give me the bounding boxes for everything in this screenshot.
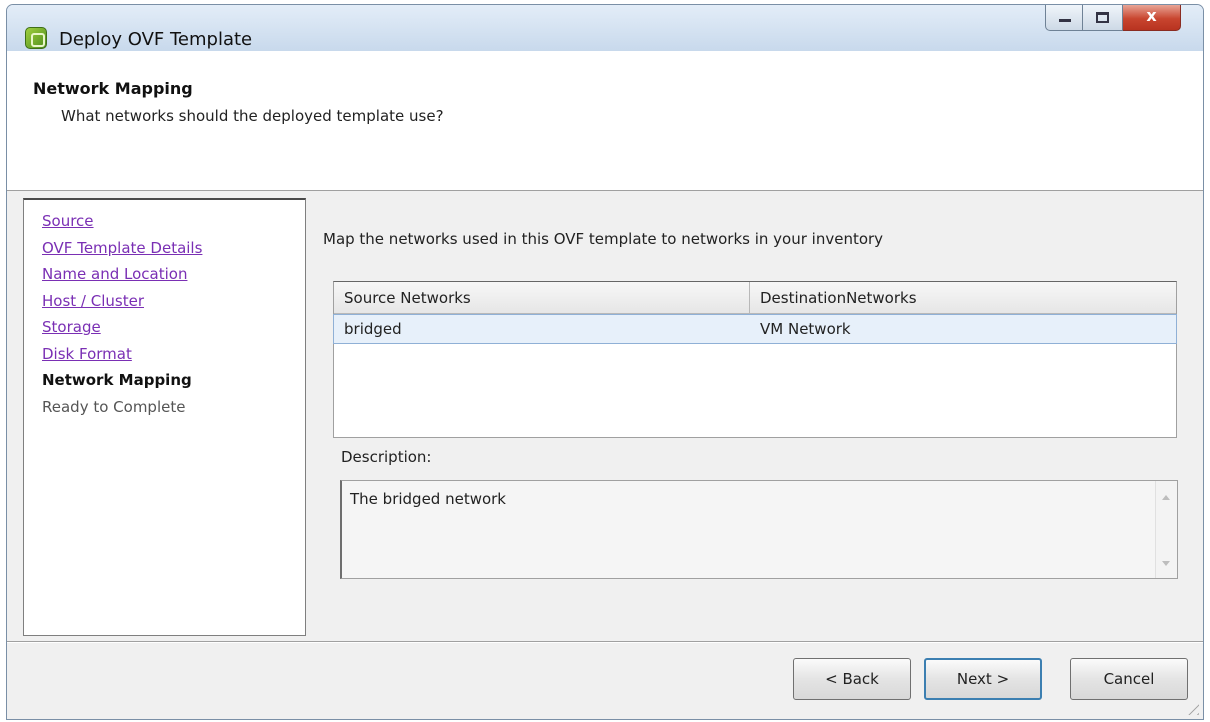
resize-grip-icon[interactable]: [1183, 699, 1199, 715]
deploy-ovf-window: Deploy OVF Template x Network Mapping Wh…: [6, 4, 1204, 720]
nav-item-storage[interactable]: Storage: [42, 314, 305, 341]
scroll-up-icon[interactable]: [1162, 495, 1170, 500]
nav-item-ovf-template-details[interactable]: OVF Template Details: [42, 235, 305, 262]
nav-item-label: Ready to Complete: [42, 397, 186, 416]
description-label: Description:: [341, 448, 432, 466]
close-icon: x: [1146, 6, 1157, 25]
nav-item-label: Network Mapping: [42, 371, 192, 389]
nav-item-host-cluster[interactable]: Host / Cluster: [42, 288, 305, 315]
nav-item-source[interactable]: Source: [42, 208, 305, 235]
next-button[interactable]: Next >: [924, 658, 1042, 700]
window-controls: x: [1045, 5, 1181, 33]
wizard-header: Network Mapping What networks should the…: [7, 51, 1203, 191]
vsphere-app-icon: [25, 27, 47, 49]
maximize-icon: [1096, 12, 1109, 23]
nav-item-label[interactable]: Source: [42, 212, 94, 230]
column-header-source-networks[interactable]: Source Networks: [334, 282, 750, 313]
footer-separator: [7, 641, 1203, 643]
minimize-button[interactable]: [1045, 5, 1083, 31]
back-button[interactable]: < Back: [793, 658, 911, 700]
description-scrollbar[interactable]: [1155, 481, 1177, 578]
instruction-text: Map the networks used in this OVF templa…: [323, 230, 884, 248]
description-box[interactable]: The bridged network: [340, 480, 1178, 579]
source-network-cell[interactable]: bridged: [334, 315, 750, 343]
nav-item-name-and-location[interactable]: Name and Location: [42, 261, 305, 288]
scroll-down-icon[interactable]: [1162, 561, 1170, 566]
close-button[interactable]: x: [1123, 5, 1181, 31]
nav-item-label[interactable]: Name and Location: [42, 265, 187, 283]
column-header-destination-networks[interactable]: DestinationNetworks: [750, 282, 1176, 313]
nav-item-label[interactable]: Disk Format: [42, 345, 132, 363]
nav-item-ready-to-complete: Ready to Complete: [42, 394, 305, 421]
window-title: Deploy OVF Template: [59, 29, 253, 50]
nav-item-label[interactable]: OVF Template Details: [42, 239, 202, 257]
title-bar[interactable]: Deploy OVF Template x: [7, 5, 1203, 51]
minimize-icon: [1059, 19, 1071, 22]
network-mapping-table: Source Networks DestinationNetworks brid…: [333, 281, 1177, 438]
wizard-steps-nav: Source OVF Template Details Name and Loc…: [23, 198, 306, 636]
cancel-button[interactable]: Cancel: [1070, 658, 1188, 700]
nav-item-network-mapping: Network Mapping: [42, 367, 305, 394]
destination-network-cell[interactable]: VM Network: [750, 315, 1176, 343]
page-subtitle: What networks should the deployed templa…: [61, 107, 444, 125]
maximize-button[interactable]: [1083, 5, 1123, 31]
page-title: Network Mapping: [33, 79, 193, 98]
table-row[interactable]: bridged VM Network: [333, 314, 1177, 344]
description-text: The bridged network: [350, 490, 506, 508]
table-header: Source Networks DestinationNetworks: [334, 282, 1176, 314]
nav-item-disk-format[interactable]: Disk Format: [42, 341, 305, 368]
nav-item-label[interactable]: Storage: [42, 318, 101, 336]
nav-item-label[interactable]: Host / Cluster: [42, 292, 144, 310]
